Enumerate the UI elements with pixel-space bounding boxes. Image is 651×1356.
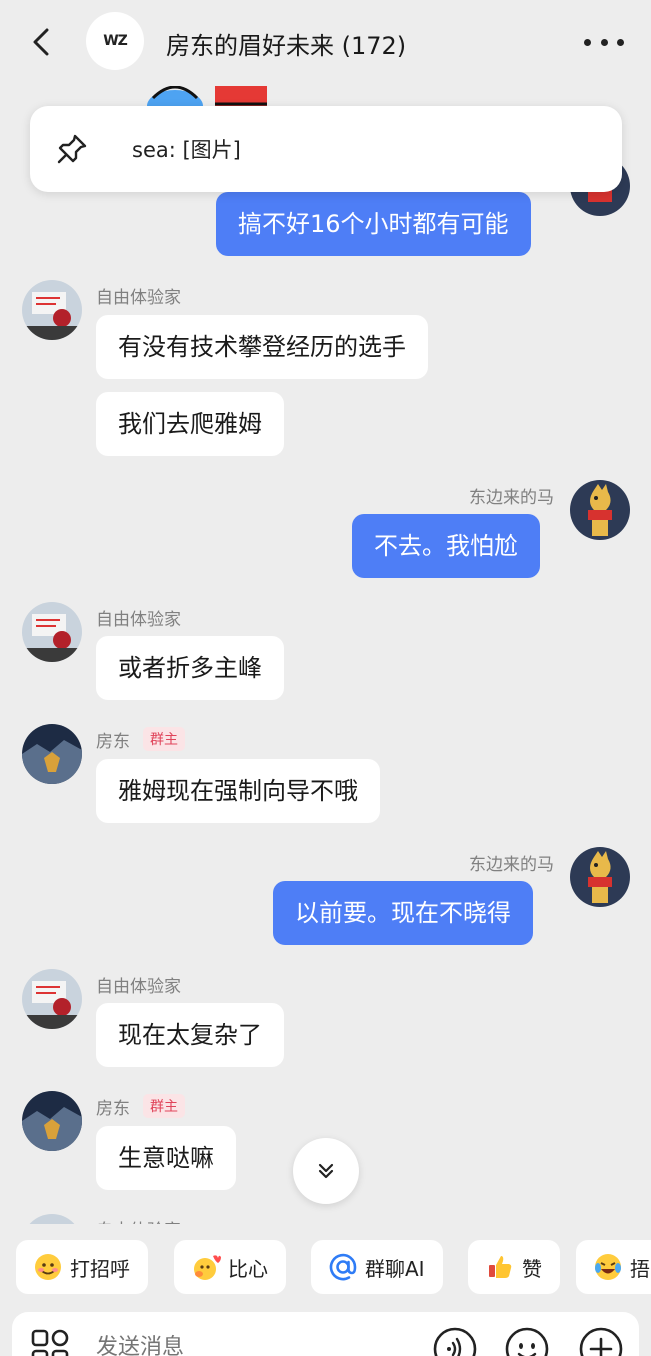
quick-reply-label: 打招呼 bbox=[70, 1256, 130, 1281]
heart-hands-emoji-icon bbox=[190, 1251, 222, 1283]
quick-reply-chip[interactable]: 捂 bbox=[576, 1240, 651, 1294]
laugh-cry-emoji-icon bbox=[592, 1251, 624, 1283]
sender-name: 东边来的马 bbox=[469, 855, 554, 875]
back-button[interactable] bbox=[26, 26, 56, 58]
owner-badge: 群主 bbox=[143, 727, 185, 751]
chevron-left-icon bbox=[33, 28, 49, 56]
sender-name: 自由体验家 bbox=[96, 288, 181, 308]
avatar-member[interactable] bbox=[22, 280, 82, 340]
at-icon bbox=[327, 1251, 359, 1283]
avatar-member[interactable] bbox=[22, 969, 82, 1029]
sender-name: 房东 bbox=[96, 1099, 130, 1119]
sender-name: 东边来的马 bbox=[469, 488, 554, 508]
scroll-to-bottom-button[interactable] bbox=[293, 1138, 359, 1204]
quick-reply-label: 群聊AI bbox=[365, 1256, 425, 1281]
group-avatar[interactable]: WZ bbox=[86, 12, 144, 70]
pinned-message[interactable]: sea: [图片] bbox=[30, 106, 622, 192]
emoji-icon[interactable] bbox=[504, 1326, 550, 1356]
more-dot bbox=[617, 38, 624, 46]
quick-reply-label: 捂 bbox=[630, 1256, 650, 1281]
quick-reply-label: 赞 bbox=[522, 1256, 542, 1281]
thumbs-up-icon bbox=[484, 1251, 516, 1283]
quick-reply-bar: 打招呼 比心 群聊AI 赞 捂 bbox=[0, 1240, 651, 1296]
quick-reply-chip[interactable]: 比心 bbox=[174, 1240, 286, 1294]
avatar-self[interactable] bbox=[570, 480, 630, 540]
group-logo: WZ bbox=[103, 33, 128, 49]
wave-emoji-icon bbox=[32, 1251, 64, 1283]
message-bubble-outgoing[interactable]: 搞不好16个小时都有可能 bbox=[216, 192, 531, 256]
chat-title: 房东的眉好未来 (172) bbox=[166, 32, 407, 60]
quick-reply-label: 比心 bbox=[228, 1256, 268, 1281]
message-bubble-outgoing[interactable]: 以前要。现在不晓得 bbox=[273, 881, 533, 945]
pin-icon bbox=[57, 134, 87, 164]
voice-icon[interactable] bbox=[432, 1326, 478, 1356]
owner-badge: 群主 bbox=[143, 1094, 185, 1118]
more-dots-icon bbox=[584, 38, 591, 46]
avatar-member[interactable] bbox=[22, 1214, 82, 1224]
sender-name: 自由体验家 bbox=[96, 977, 181, 997]
quick-reply-chip[interactable]: 打招呼 bbox=[16, 1240, 148, 1294]
avatar-owner[interactable] bbox=[22, 724, 82, 784]
message-bubble-incoming[interactable]: 我们去爬雅姆 bbox=[96, 392, 284, 456]
quick-reply-chip[interactable]: 群聊AI bbox=[311, 1240, 443, 1294]
chat-screen: WZ 房东的眉好未来 (172) sea: [图片] 搞不好16个小时都有可能 bbox=[0, 0, 651, 1356]
message-input[interactable] bbox=[96, 1328, 416, 1356]
message-bubble-incoming[interactable]: 雅姆现在强制向导不哦 bbox=[96, 759, 380, 823]
sender-name: 房东 bbox=[96, 732, 130, 752]
plus-icon[interactable] bbox=[578, 1326, 624, 1356]
message-bubble-incoming[interactable]: 生意哒嘛 bbox=[96, 1126, 236, 1190]
message-bubble-incoming[interactable]: 有没有技术攀登经历的选手 bbox=[96, 315, 428, 379]
more-button[interactable] bbox=[584, 30, 624, 54]
avatar-self[interactable] bbox=[570, 847, 630, 907]
pinned-text: sea: [图片] bbox=[132, 138, 241, 162]
message-input-bar bbox=[12, 1312, 639, 1356]
double-chevron-down-icon bbox=[318, 1163, 334, 1179]
avatar-owner[interactable] bbox=[22, 1091, 82, 1151]
message-bubble-incoming[interactable]: 或者折多主峰 bbox=[96, 636, 284, 700]
message-list[interactable]: 搞不好16个小时都有可能 自由体验家 有没有技术攀登经历的选手 我们去爬雅姆 东… bbox=[0, 86, 651, 1224]
message-bubble-incoming[interactable]: 现在太复杂了 bbox=[96, 1003, 284, 1067]
message-bubble-outgoing[interactable]: 不去。我怕尬 bbox=[352, 514, 540, 578]
more-dot bbox=[600, 38, 608, 46]
quick-reply-chip[interactable]: 赞 bbox=[468, 1240, 560, 1294]
apps-grid-icon[interactable] bbox=[30, 1328, 70, 1356]
sender-name: 自由体验家 bbox=[96, 1216, 181, 1224]
avatar-member[interactable] bbox=[22, 602, 82, 662]
sender-name: 自由体验家 bbox=[96, 610, 181, 630]
chat-header: WZ 房东的眉好未来 (172) bbox=[0, 0, 651, 86]
